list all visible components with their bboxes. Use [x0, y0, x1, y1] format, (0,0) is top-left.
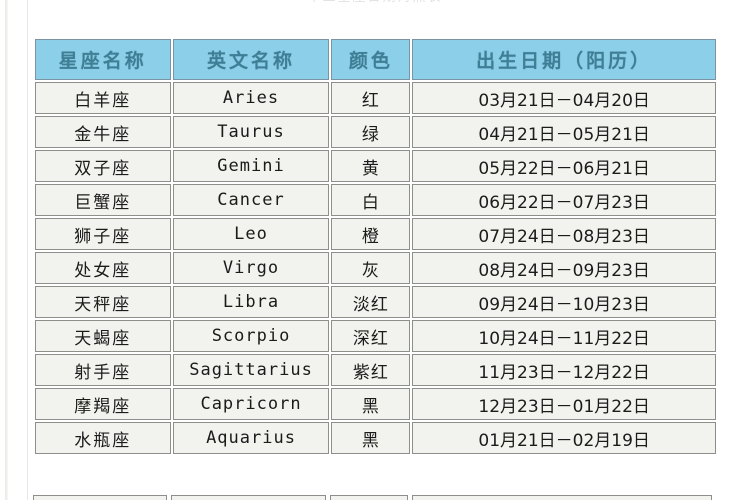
table-row: 处女座 Virgo 灰 08月24日－09月23日	[35, 252, 716, 284]
cell-birth-date: 03月21日－04月20日	[412, 82, 716, 114]
table-row: 摩羯座 Capricorn 黑 12月23日－01月22日	[35, 388, 716, 420]
cell-constellation-name: 天蝎座	[35, 320, 171, 352]
cell-constellation-name: 白羊座	[35, 82, 171, 114]
column-header-english: 英文名称	[172, 39, 330, 80]
clipped-cell-name	[33, 495, 167, 500]
table-row: 白羊座 Aries 红 03月21日－04月20日	[35, 82, 716, 114]
cell-color: 橙	[331, 218, 411, 250]
cell-birth-date: 08月24日－09月23日	[412, 252, 716, 284]
cell-constellation-name: 双子座	[35, 150, 171, 182]
cell-english-name: Capricorn	[172, 388, 330, 420]
cell-english-name: Libra	[172, 286, 330, 318]
clipped-cell-color	[330, 495, 408, 500]
cell-color: 黑	[331, 388, 411, 420]
cell-color: 绿	[331, 116, 411, 148]
zodiac-table-container: 星座名称 英文名称 颜色 出生日期（阳历） 白羊座 Aries 红 03月21日－04…	[33, 37, 718, 456]
cell-english-name: Scorpio	[172, 320, 330, 352]
cell-birth-date: 06月22日－07月23日	[412, 184, 716, 216]
cell-constellation-name: 处女座	[35, 252, 171, 284]
cell-english-name: Leo	[172, 218, 330, 250]
column-header-name: 星座名称	[35, 39, 171, 80]
cell-constellation-name: 摩羯座	[35, 388, 171, 420]
table-row: 射手座 Sagittarius 紫红 11月23日－12月22日	[35, 354, 716, 386]
clipped-caption-text: 十二星座日期对照表	[307, 0, 442, 4]
cell-english-name: Virgo	[172, 252, 330, 284]
cell-birth-date: 05月22日－06月21日	[412, 150, 716, 182]
table-row: 巨蟹座 Cancer 白 06月22日－07月23日	[35, 184, 716, 216]
cell-color: 黄	[331, 150, 411, 182]
table-header-row: 星座名称 英文名称 颜色 出生日期（阳历）	[35, 39, 716, 80]
cell-english-name: Aries	[172, 82, 330, 114]
cell-color: 紫红	[331, 354, 411, 386]
cell-constellation-name: 天秤座	[35, 286, 171, 318]
table-row: 天秤座 Libra 淡红 09月24日－10月23日	[35, 286, 716, 318]
cell-constellation-name: 射手座	[35, 354, 171, 386]
table-row: 狮子座 Leo 橙 07月24日－08月23日	[35, 218, 716, 250]
column-header-color: 颜色	[331, 39, 411, 80]
cell-english-name: Aquarius	[172, 422, 330, 454]
zodiac-table: 星座名称 英文名称 颜色 出生日期（阳历） 白羊座 Aries 红 03月21日－04…	[33, 37, 718, 456]
cell-birth-date: 07月24日－08月23日	[412, 218, 716, 250]
clipped-cell-english	[171, 495, 326, 500]
clipped-table-row	[33, 495, 718, 500]
cell-color: 黑	[331, 422, 411, 454]
table-row: 天蝎座 Scorpio 深红 10月24日－11月22日	[35, 320, 716, 352]
cell-color: 红	[331, 82, 411, 114]
cell-birth-date: 12月23日－01月22日	[412, 388, 716, 420]
cell-color: 淡红	[331, 286, 411, 318]
table-row: 金牛座 Taurus 绿 04月21日－05月21日	[35, 116, 716, 148]
cell-constellation-name: 狮子座	[35, 218, 171, 250]
table-row: 水瓶座 Aquarius 黑 01月21日－02月19日	[35, 422, 716, 454]
table-header: 星座名称 英文名称 颜色 出生日期（阳历）	[35, 39, 716, 80]
page-inner-edge	[27, 0, 28, 500]
page-left-edge	[5, 0, 8, 500]
cell-birth-date: 01月21日－02月19日	[412, 422, 716, 454]
table-row: 双子座 Gemini 黄 05月22日－06月21日	[35, 150, 716, 182]
column-header-date: 出生日期（阳历）	[412, 39, 716, 80]
cell-birth-date: 11月23日－12月22日	[412, 354, 716, 386]
clipped-cell-date	[412, 495, 712, 500]
cell-english-name: Cancer	[172, 184, 330, 216]
cell-constellation-name: 金牛座	[35, 116, 171, 148]
cell-birth-date: 09月24日－10月23日	[412, 286, 716, 318]
cell-english-name: Sagittarius	[172, 354, 330, 386]
cell-english-name: Gemini	[172, 150, 330, 182]
cell-color: 深红	[331, 320, 411, 352]
cell-constellation-name: 水瓶座	[35, 422, 171, 454]
cell-birth-date: 04月21日－05月21日	[412, 116, 716, 148]
cell-color: 灰	[331, 252, 411, 284]
cell-birth-date: 10月24日－11月22日	[412, 320, 716, 352]
cell-color: 白	[331, 184, 411, 216]
clipped-caption: 十二星座日期对照表	[0, 0, 750, 13]
cell-english-name: Taurus	[172, 116, 330, 148]
table-body: 白羊座 Aries 红 03月21日－04月20日 金牛座 Taurus 绿 04月21日－0…	[35, 82, 716, 454]
cell-constellation-name: 巨蟹座	[35, 184, 171, 216]
